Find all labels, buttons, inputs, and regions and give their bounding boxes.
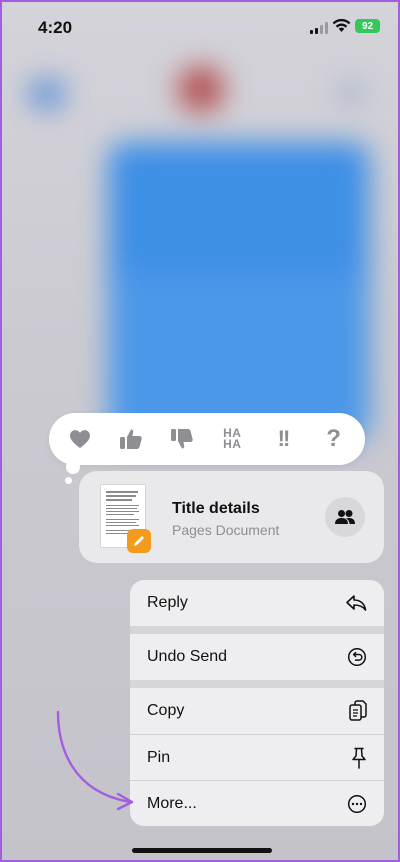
annotation-arrow — [56, 710, 134, 811]
home-indicator[interactable] — [132, 848, 272, 853]
screen: 4:20 92 HA HA !! ? Title details Pages D… — [0, 0, 400, 862]
